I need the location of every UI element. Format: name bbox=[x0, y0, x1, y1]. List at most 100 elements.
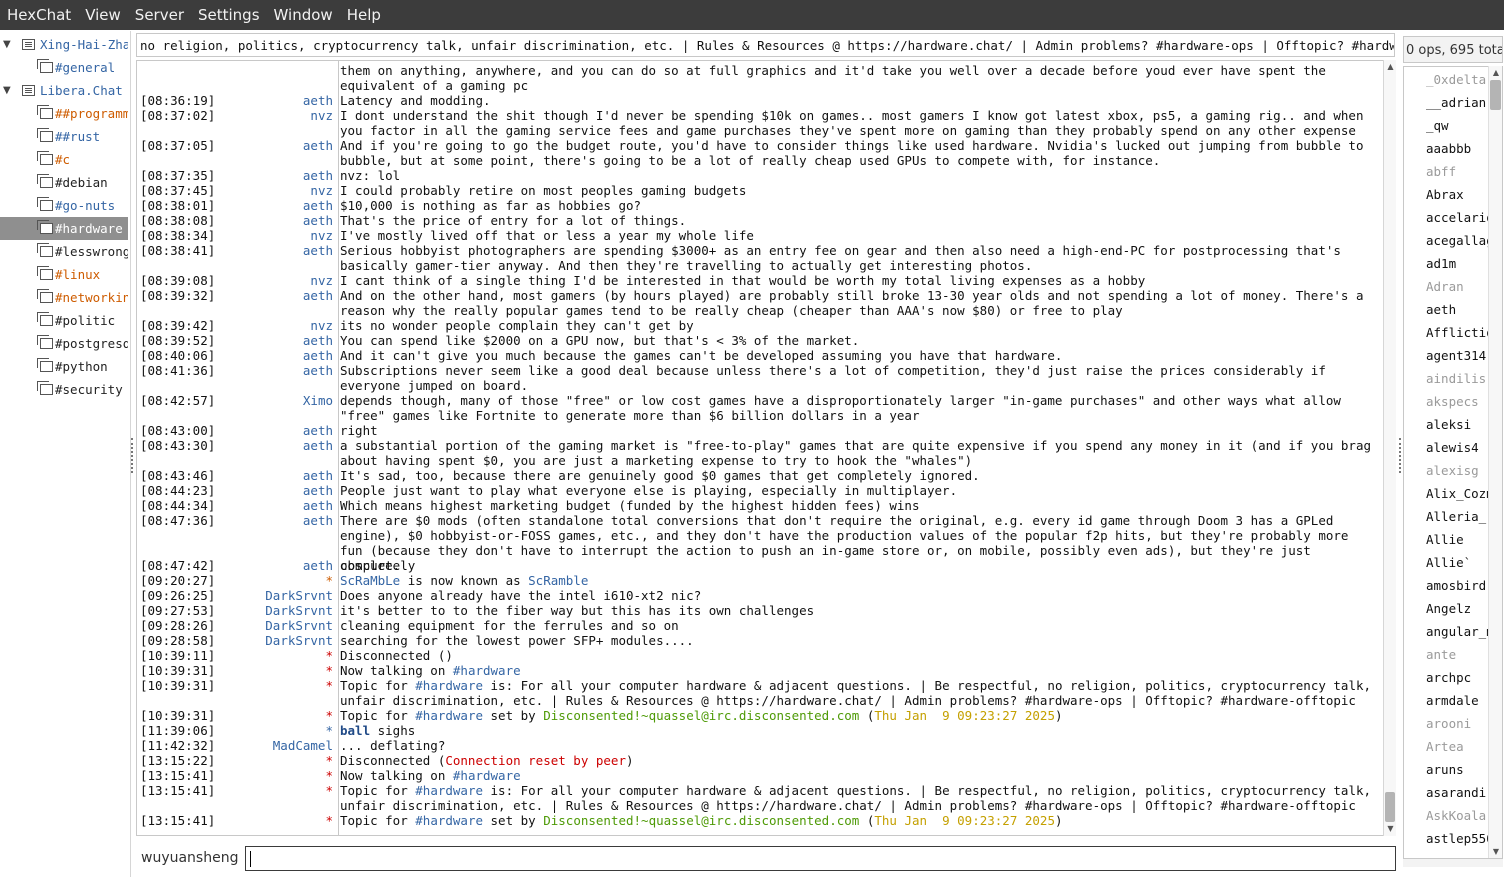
user-list-item[interactable]: astlep550 bbox=[1426, 827, 1494, 850]
expander-arrow-icon[interactable]: ▼ bbox=[3, 79, 11, 102]
user-list-item[interactable]: accelario bbox=[1426, 206, 1494, 229]
user-list-item[interactable]: Abrax bbox=[1426, 183, 1464, 206]
message-nick[interactable]: nvz bbox=[217, 108, 333, 123]
chat-scroll-thumb[interactable] bbox=[1385, 792, 1395, 822]
message-nick[interactable]: aeth bbox=[217, 333, 333, 348]
userlist-scroll-thumb[interactable] bbox=[1490, 80, 1501, 110]
user-list-item[interactable]: abff bbox=[1426, 160, 1456, 183]
user-list-item[interactable]: Alix_Cozm bbox=[1426, 482, 1494, 505]
user-list-item[interactable]: asarandi bbox=[1426, 781, 1486, 804]
message-nick[interactable]: nvz bbox=[217, 183, 333, 198]
message-nick[interactable]: aeth bbox=[217, 138, 333, 153]
scroll-up-arrow-icon[interactable]: ▲ bbox=[1490, 68, 1502, 78]
user-list-item[interactable]: ad1m bbox=[1426, 252, 1456, 275]
message-nick[interactable]: * bbox=[217, 708, 333, 723]
message-nick[interactable]: aeth bbox=[217, 93, 333, 108]
nick-button[interactable]: wuyuansheng bbox=[135, 846, 249, 871]
message-nick[interactable]: * bbox=[217, 648, 333, 663]
left-pane-resize-grip[interactable] bbox=[131, 438, 136, 473]
tree-channel[interactable]: #go-nuts bbox=[0, 194, 128, 217]
message-nick[interactable] bbox=[217, 63, 333, 78]
message-nick[interactable]: aeth bbox=[217, 483, 333, 498]
tree-channel[interactable]: ##programm bbox=[0, 102, 128, 125]
user-list-item[interactable]: Afflictio bbox=[1426, 321, 1494, 344]
message-nick[interactable]: aeth bbox=[217, 363, 333, 378]
tree-channel[interactable]: ##rust bbox=[0, 125, 128, 148]
message-nick[interactable]: DarkSrvnt bbox=[217, 603, 333, 618]
tree-channel[interactable]: #python bbox=[0, 355, 128, 378]
tree-channel[interactable]: #networkin bbox=[0, 286, 128, 309]
message-nick[interactable]: nvz bbox=[217, 318, 333, 333]
tree-channel[interactable]: #c bbox=[0, 148, 128, 171]
user-list-item[interactable]: Alleria_ bbox=[1426, 505, 1486, 528]
menu-help[interactable]: Help bbox=[340, 0, 388, 30]
tree-channel[interactable]: #postgresq bbox=[0, 332, 128, 355]
message-nick[interactable]: DarkSrvnt bbox=[217, 633, 333, 648]
message-nick[interactable]: aeth bbox=[217, 468, 333, 483]
message-nick[interactable]: aeth bbox=[217, 438, 333, 453]
tree-channel[interactable]: #lesswrong bbox=[0, 240, 128, 263]
user-list-item[interactable]: armdale bbox=[1426, 689, 1479, 712]
scroll-down-arrow-icon[interactable]: ▼ bbox=[1490, 847, 1502, 857]
message-nick[interactable]: * bbox=[217, 723, 333, 738]
menu-hexchat[interactable]: HexChat bbox=[0, 0, 78, 30]
tree-server[interactable]: ▼ Xing-Hai-Zhar bbox=[0, 33, 128, 56]
message-nick[interactable]: aeth bbox=[217, 348, 333, 363]
message-input[interactable] bbox=[245, 846, 1396, 871]
user-list-item[interactable]: __adrian bbox=[1426, 91, 1486, 114]
tree-channel[interactable]: #security bbox=[0, 378, 128, 401]
message-nick[interactable]: * bbox=[217, 783, 333, 798]
message-nick[interactable]: aeth bbox=[217, 498, 333, 513]
message-nick[interactable]: * bbox=[217, 753, 333, 768]
user-list-item[interactable]: Angelz bbox=[1426, 597, 1471, 620]
scroll-down-arrow-icon[interactable]: ▼ bbox=[1385, 824, 1396, 834]
menu-server[interactable]: Server bbox=[128, 0, 191, 30]
expander-arrow-icon[interactable]: ▼ bbox=[3, 33, 11, 56]
user-list-item[interactable]: amosbird bbox=[1426, 574, 1486, 597]
user-list-item[interactable]: aaabbb bbox=[1426, 137, 1471, 160]
message-nick[interactable]: * bbox=[217, 813, 333, 828]
tree-channel[interactable]: #debian bbox=[0, 171, 128, 194]
message-nick[interactable]: * bbox=[217, 573, 333, 588]
message-nick[interactable]: aeth bbox=[217, 243, 333, 258]
message-nick[interactable]: DarkSrvnt bbox=[217, 588, 333, 603]
tree-server[interactable]: ▼ Libera.Chat bbox=[0, 79, 128, 102]
menu-view[interactable]: View bbox=[78, 0, 128, 30]
chat-scrollbar[interactable]: ▲ ▼ bbox=[1383, 60, 1396, 836]
user-list-item[interactable]: aindilis bbox=[1426, 367, 1486, 390]
message-nick[interactable]: nvz bbox=[217, 273, 333, 288]
message-nick[interactable]: aeth bbox=[217, 198, 333, 213]
message-nick[interactable]: aeth bbox=[217, 423, 333, 438]
menu-settings[interactable]: Settings bbox=[191, 0, 267, 30]
topic-bar[interactable]: no religion, politics, cryptocurrency ta… bbox=[136, 33, 1395, 57]
message-nick[interactable]: aeth bbox=[217, 513, 333, 528]
tree-channel[interactable]: #general bbox=[0, 56, 128, 79]
user-list-item[interactable]: acegallag bbox=[1426, 229, 1494, 252]
user-list-item[interactable]: agent314 bbox=[1426, 344, 1486, 367]
user-list-item[interactable]: _qw bbox=[1426, 114, 1449, 137]
message-nick[interactable]: * bbox=[217, 663, 333, 678]
message-nick[interactable]: Ximo bbox=[217, 393, 333, 408]
tree-channel[interactable]: #politic bbox=[0, 309, 128, 332]
user-list-item[interactable]: Adran bbox=[1426, 275, 1464, 298]
user-list-item[interactable]: alewis4 bbox=[1426, 436, 1479, 459]
scroll-up-arrow-icon[interactable]: ▲ bbox=[1385, 62, 1396, 72]
tree-channel[interactable]: #hardware bbox=[0, 217, 128, 240]
user-list-item[interactable]: aruns bbox=[1426, 758, 1464, 781]
message-nick[interactable]: aeth bbox=[217, 288, 333, 303]
tree-channel[interactable]: #linux bbox=[0, 263, 128, 286]
menu-window[interactable]: Window bbox=[267, 0, 340, 30]
user-list-item[interactable]: ante bbox=[1426, 643, 1456, 666]
user-list-item[interactable]: alexisg bbox=[1426, 459, 1479, 482]
message-nick[interactable]: nvz bbox=[217, 228, 333, 243]
message-nick[interactable]: * bbox=[217, 768, 333, 783]
message-nick[interactable]: MadCamel bbox=[217, 738, 333, 753]
message-nick[interactable]: aeth bbox=[217, 213, 333, 228]
user-list-item[interactable]: arooni bbox=[1426, 712, 1471, 735]
user-list-item[interactable]: archpc bbox=[1426, 666, 1471, 689]
user-list-item[interactable]: Allie` bbox=[1426, 551, 1471, 574]
user-list-item[interactable]: _0xdelta bbox=[1426, 68, 1486, 91]
message-nick[interactable]: aeth bbox=[217, 168, 333, 183]
message-nick[interactable]: aeth bbox=[217, 558, 333, 573]
user-list-item[interactable]: angular_m bbox=[1426, 620, 1494, 643]
